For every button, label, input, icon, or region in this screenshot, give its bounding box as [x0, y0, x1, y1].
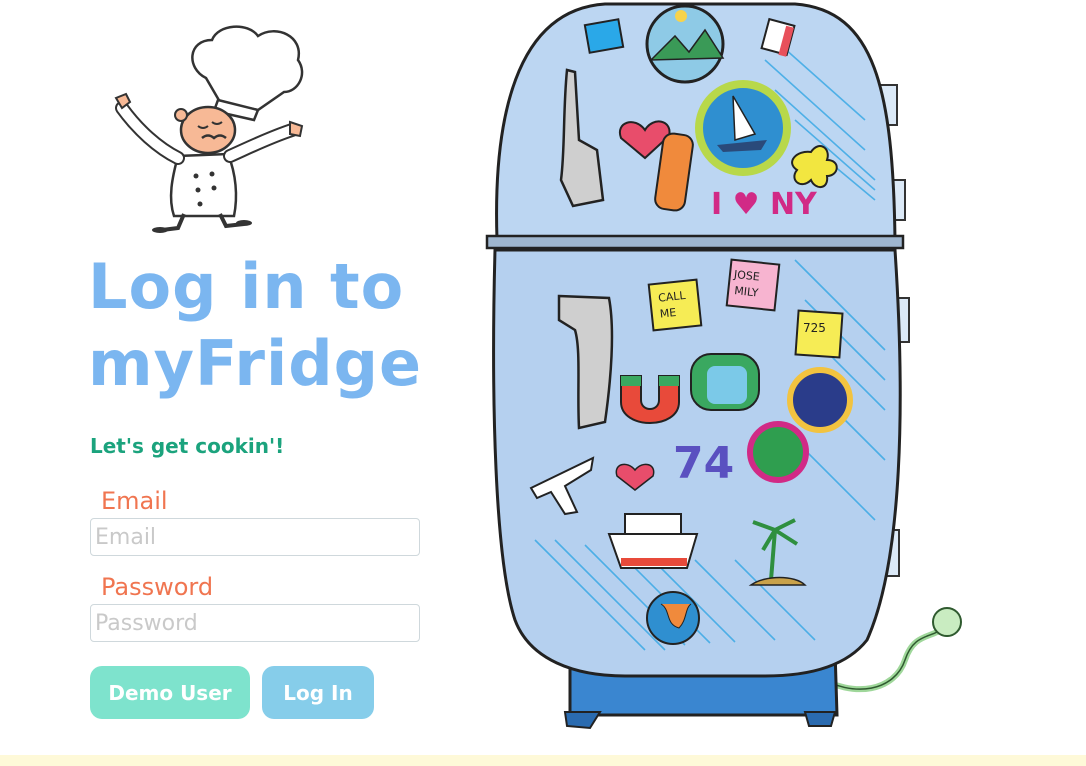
- password-field[interactable]: [90, 604, 420, 642]
- svg-text:ME: ME: [659, 306, 677, 321]
- svg-text:725: 725: [803, 321, 826, 335]
- page-title-line1: Log in to: [88, 250, 405, 323]
- svg-text:I ♥ NY: I ♥ NY: [711, 187, 818, 222]
- chef-illustration: [114, 25, 304, 233]
- page-title: Log in to myFridge: [88, 248, 422, 402]
- password-label: Password: [101, 573, 214, 601]
- magnet-flag: [747, 421, 809, 483]
- chef-face: [179, 105, 237, 155]
- demo-user-button[interactable]: Demo User: [90, 666, 250, 719]
- page-subtitle: Let's get cookin'!: [90, 434, 285, 458]
- chef-hat: [191, 25, 304, 112]
- fridge-illustration: I ♥ NY CALL ME JOSE MILY 725 74: [485, 2, 962, 730]
- footer-bar: [0, 755, 1086, 766]
- magnet-badge: [787, 367, 853, 433]
- svg-text:MILY: MILY: [734, 284, 760, 299]
- email-label: Email: [101, 487, 168, 515]
- log-in-button[interactable]: Log In: [262, 666, 374, 719]
- svg-text:74: 74: [673, 438, 734, 489]
- email-field[interactable]: [90, 518, 420, 556]
- page-title-line2: myFridge: [88, 327, 423, 400]
